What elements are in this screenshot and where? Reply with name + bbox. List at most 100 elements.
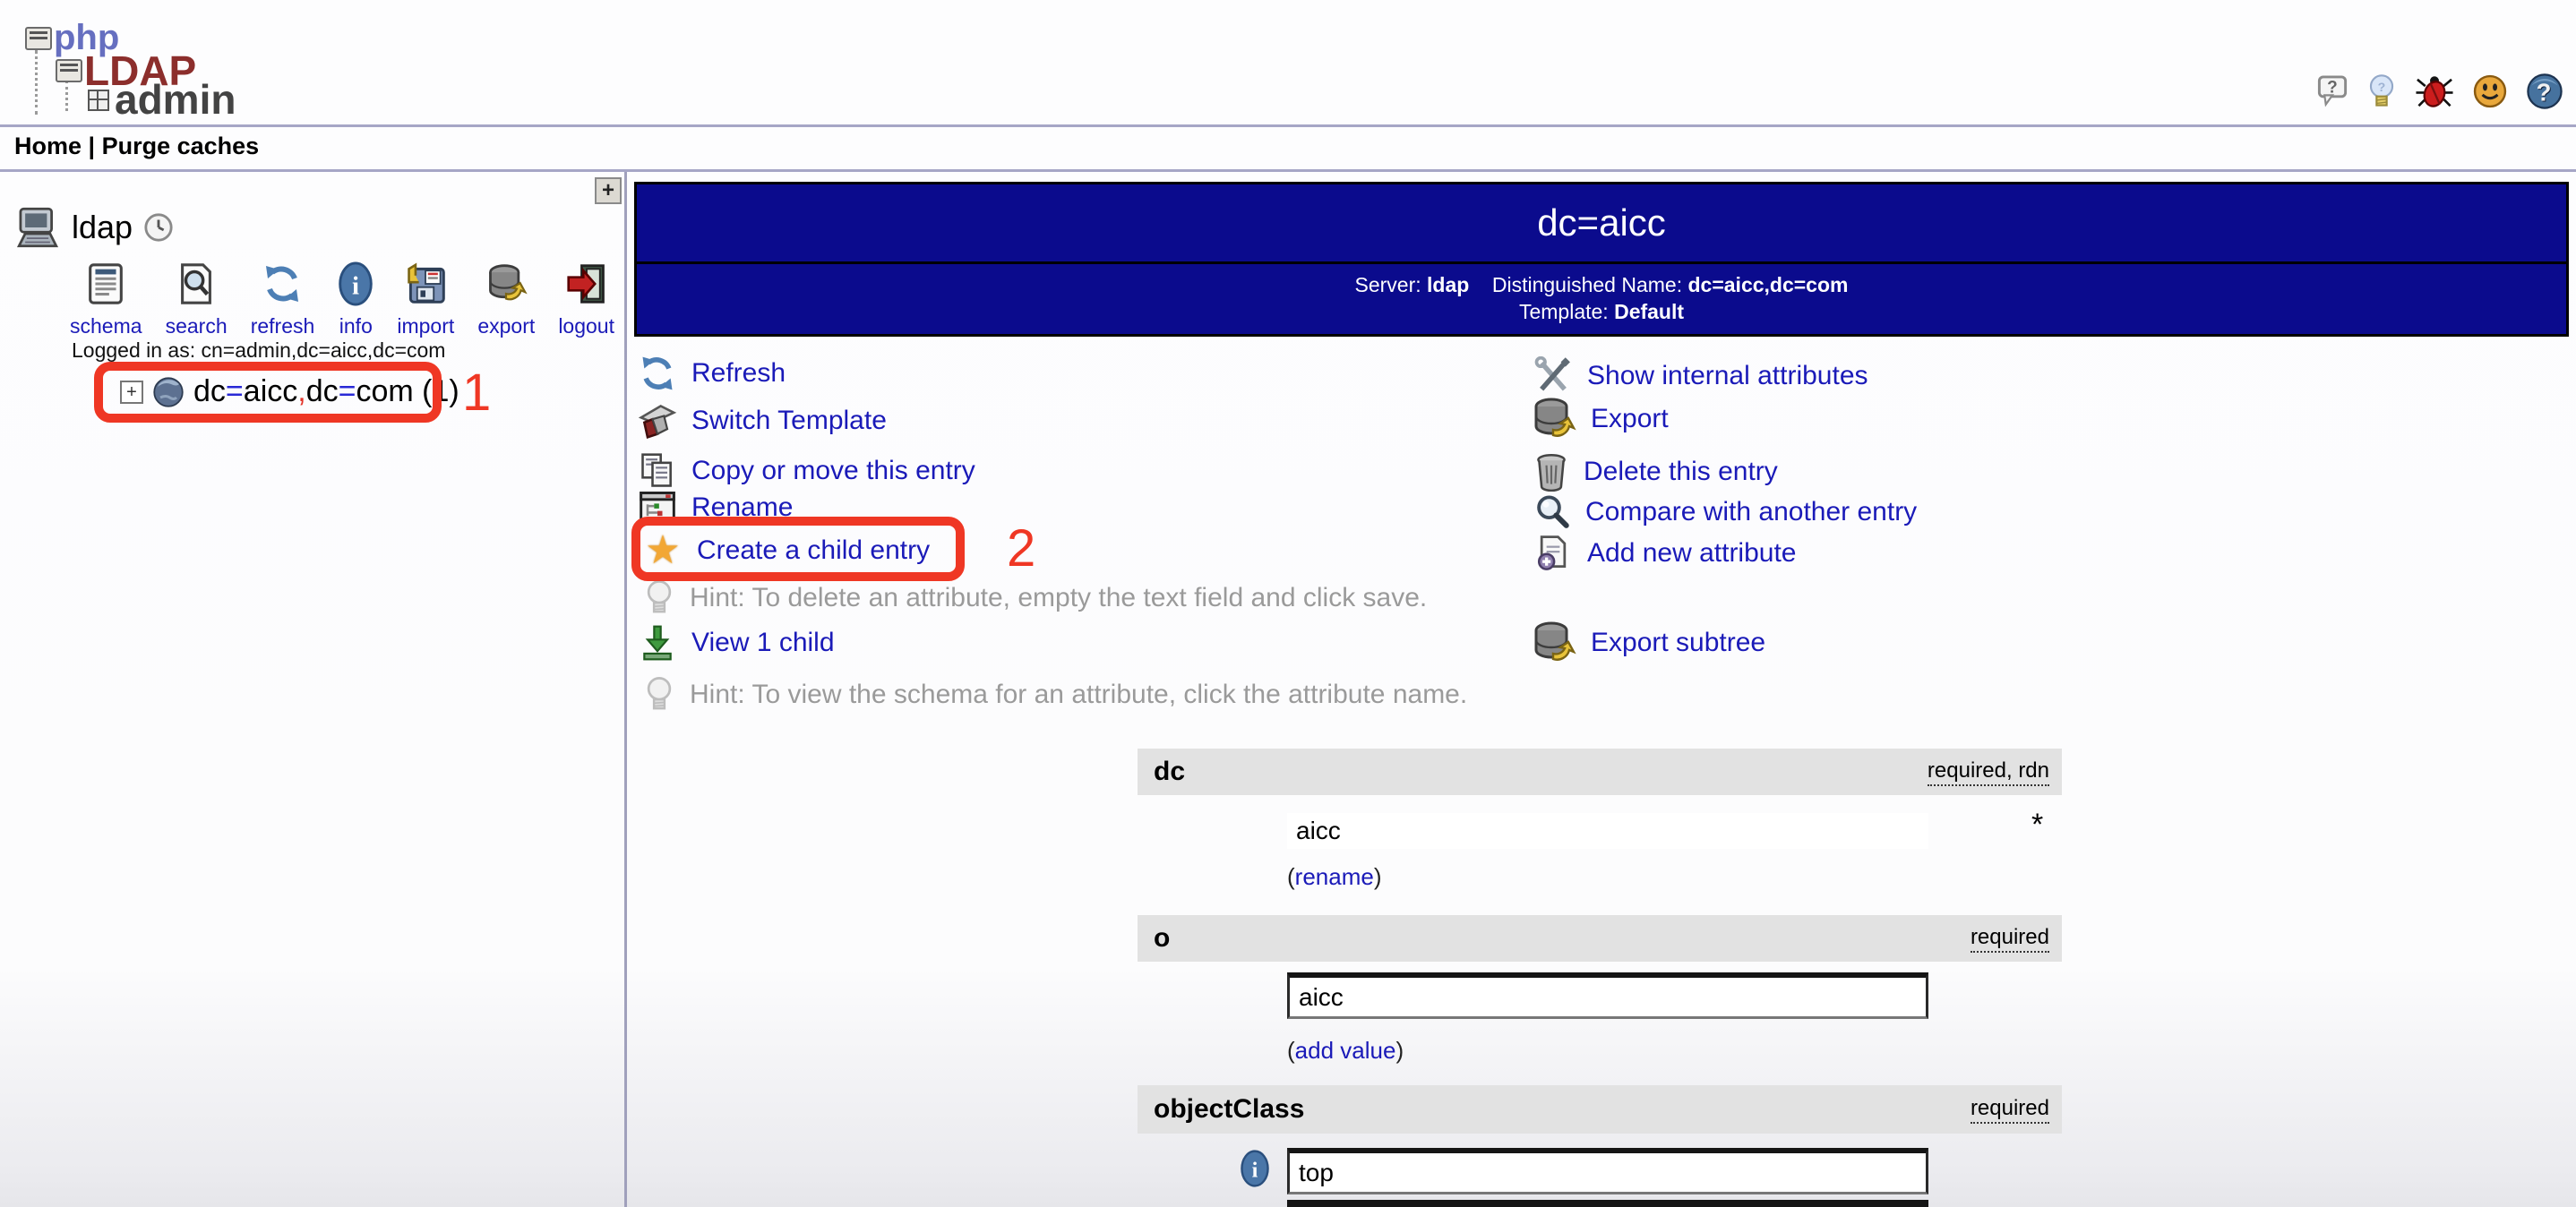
menu-item-show-internal[interactable]: Show internal attributes <box>1533 355 1868 398</box>
attribute-header-dc: dc required, rdn <box>1138 749 2062 795</box>
phpldapadmin-page: { "logo": {"line1": "php", "line2": "LDA… <box>0 0 2576 1207</box>
o-value-input[interactable] <box>1287 972 1928 1019</box>
header-rule-top <box>0 124 2576 127</box>
refresh-icon <box>638 354 677 393</box>
menu-item-export-subtree[interactable]: Export subtree <box>1530 621 1765 664</box>
add-attribute-icon <box>1533 534 1573 573</box>
export-db-icon <box>1530 620 1576 666</box>
attribute-table: dc required, rdn * (rename) o required (… <box>1138 749 2062 1207</box>
sidebar-tool-import[interactable]: import <box>397 261 454 338</box>
menu-item-label[interactable]: Export subtree <box>1591 628 1765 658</box>
paren-open: ( <box>1287 863 1295 890</box>
faq-bubble-icon[interactable]: ? <box>2316 74 2348 108</box>
menu-item-label[interactable]: View 1 child <box>691 628 835 658</box>
schema-icon <box>84 261 127 306</box>
menu-item-export[interactable]: Export <box>1530 398 1669 441</box>
attribute-name[interactable]: dc <box>1154 757 1185 787</box>
sidebar-tool-label[interactable]: import <box>397 314 454 338</box>
home-link[interactable]: Home <box>14 133 82 159</box>
attribute-name[interactable]: o <box>1154 923 1170 954</box>
sidebar-tool-search[interactable]: search <box>166 261 228 338</box>
server-computer-icon <box>14 204 61 251</box>
sidebar-tool-logout[interactable]: logout <box>558 261 614 338</box>
menu-item-label[interactable]: Refresh <box>691 358 786 389</box>
attribute-name[interactable]: objectClass <box>1154 1094 1304 1125</box>
import-icon <box>404 261 447 306</box>
dc-value-field[interactable] <box>1287 813 1928 849</box>
logo-dotted-connector <box>35 50 38 115</box>
sidebar-tool-label[interactable]: refresh <box>251 314 315 338</box>
sidebar-tool-label[interactable]: export <box>477 314 535 338</box>
donate-smiley-icon[interactable] <box>2472 73 2508 109</box>
help-globe-icon[interactable]: ? ? <box>2526 73 2563 110</box>
dn-label: Distinguished Name: <box>1491 273 1683 296</box>
paren-close: ) <box>1373 863 1382 890</box>
tree-node-icon <box>25 27 52 50</box>
sidebar-tool-label[interactable]: search <box>166 314 228 338</box>
menu-item-label[interactable]: Export <box>1591 404 1669 434</box>
required-marker: * <box>2031 808 2044 842</box>
purge-caches-link[interactable]: Purge caches <box>102 133 260 159</box>
objectclass-value-input[interactable] <box>1287 1148 1928 1194</box>
report-bug-icon[interactable] <box>2415 73 2454 110</box>
hint-bulb-icon <box>643 578 675 618</box>
info-icon: i <box>338 261 374 306</box>
menu-item-label[interactable]: Compare with another entry <box>1585 497 1917 527</box>
logout-icon <box>565 261 608 306</box>
trash-icon <box>1533 452 1569 492</box>
tree-expand-all-button[interactable]: + <box>595 177 622 204</box>
copy-icon <box>638 451 677 491</box>
server-row: ldap <box>14 204 174 251</box>
attribute-flags: required <box>1970 924 2049 953</box>
template-value: Default <box>1614 300 1685 323</box>
sidebar-tool-info[interactable]: i info <box>338 261 374 338</box>
add-value-action: (add value) <box>1287 1037 1404 1065</box>
svg-text:?: ? <box>2378 81 2386 95</box>
rename-link[interactable]: rename <box>1295 863 1374 890</box>
sidebar-tool-label[interactable]: logout <box>558 314 614 338</box>
hint-text: Hint: To delete an attribute, empty the … <box>690 583 1428 612</box>
svg-text:i: i <box>352 272 359 301</box>
info-icon[interactable]: i <box>1240 1150 1270 1187</box>
menu-item-label[interactable]: Show internal attributes <box>1587 361 1868 391</box>
svg-text:i: i <box>1252 1159 1258 1183</box>
sidebar-tool-export[interactable]: export <box>477 261 535 338</box>
entry-subtitle: Server: ldap Distinguished Name: dc=aicc… <box>637 264 2566 334</box>
svg-text:?: ? <box>2537 78 2552 106</box>
menu-item-label[interactable]: Copy or move this entry <box>691 456 975 486</box>
menu-item-delete[interactable]: Delete this entry <box>1533 450 1778 493</box>
sidebar-tool-label[interactable]: schema <box>70 314 142 338</box>
objectclass-next-input-partial[interactable] <box>1287 1200 1928 1207</box>
menu-item-switch-template[interactable]: Switch Template <box>638 399 887 442</box>
template-label: Template: <box>1518 300 1609 323</box>
attribute-header-objectclass: objectClass required <box>1138 1085 2062 1134</box>
breadcrumb: Home | Purge caches <box>14 133 259 160</box>
menu-item-refresh[interactable]: Refresh <box>638 352 786 395</box>
idea-bulb-icon[interactable]: ? <box>2366 73 2397 109</box>
logo-admin: admin <box>115 76 236 123</box>
server-name[interactable]: ldap <box>72 209 133 246</box>
sidebar-divider[interactable] <box>624 172 627 1207</box>
attribute-flags: required, rdn <box>1927 758 2049 786</box>
attribute-flags: required <box>1970 1095 2049 1124</box>
header-rule-bottom <box>0 169 2576 172</box>
entry-title: dc=aicc <box>637 184 2566 264</box>
sidebar-tool-label[interactable]: info <box>338 314 374 338</box>
grid-node-icon <box>88 90 109 111</box>
menu-item-label[interactable]: Delete this entry <box>1584 457 1778 487</box>
switch-template-icon <box>638 401 677 441</box>
menu-item-compare[interactable]: Compare with another entry <box>1533 491 1917 534</box>
menu-item-label[interactable]: Add new attribute <box>1587 538 1796 569</box>
annotation-number-1: 1 <box>462 364 492 422</box>
tree-node-icon <box>56 59 82 82</box>
menu-item-label[interactable]: Switch Template <box>691 406 887 436</box>
add-value-link[interactable]: add value <box>1295 1037 1396 1064</box>
menu-item-view-children[interactable]: View 1 child <box>638 621 835 664</box>
attribute-header-o: o required <box>1138 915 2062 962</box>
sidebar-tool-refresh[interactable]: refresh <box>251 261 315 338</box>
sidebar-tool-schema[interactable]: schema <box>70 261 142 338</box>
menu-item-add-attribute[interactable]: Add new attribute <box>1533 532 1796 575</box>
hint-bulb-icon <box>643 675 675 715</box>
dn-value: dc=aicc,dc=com <box>1687 273 1849 296</box>
export-db-icon <box>1530 396 1576 442</box>
